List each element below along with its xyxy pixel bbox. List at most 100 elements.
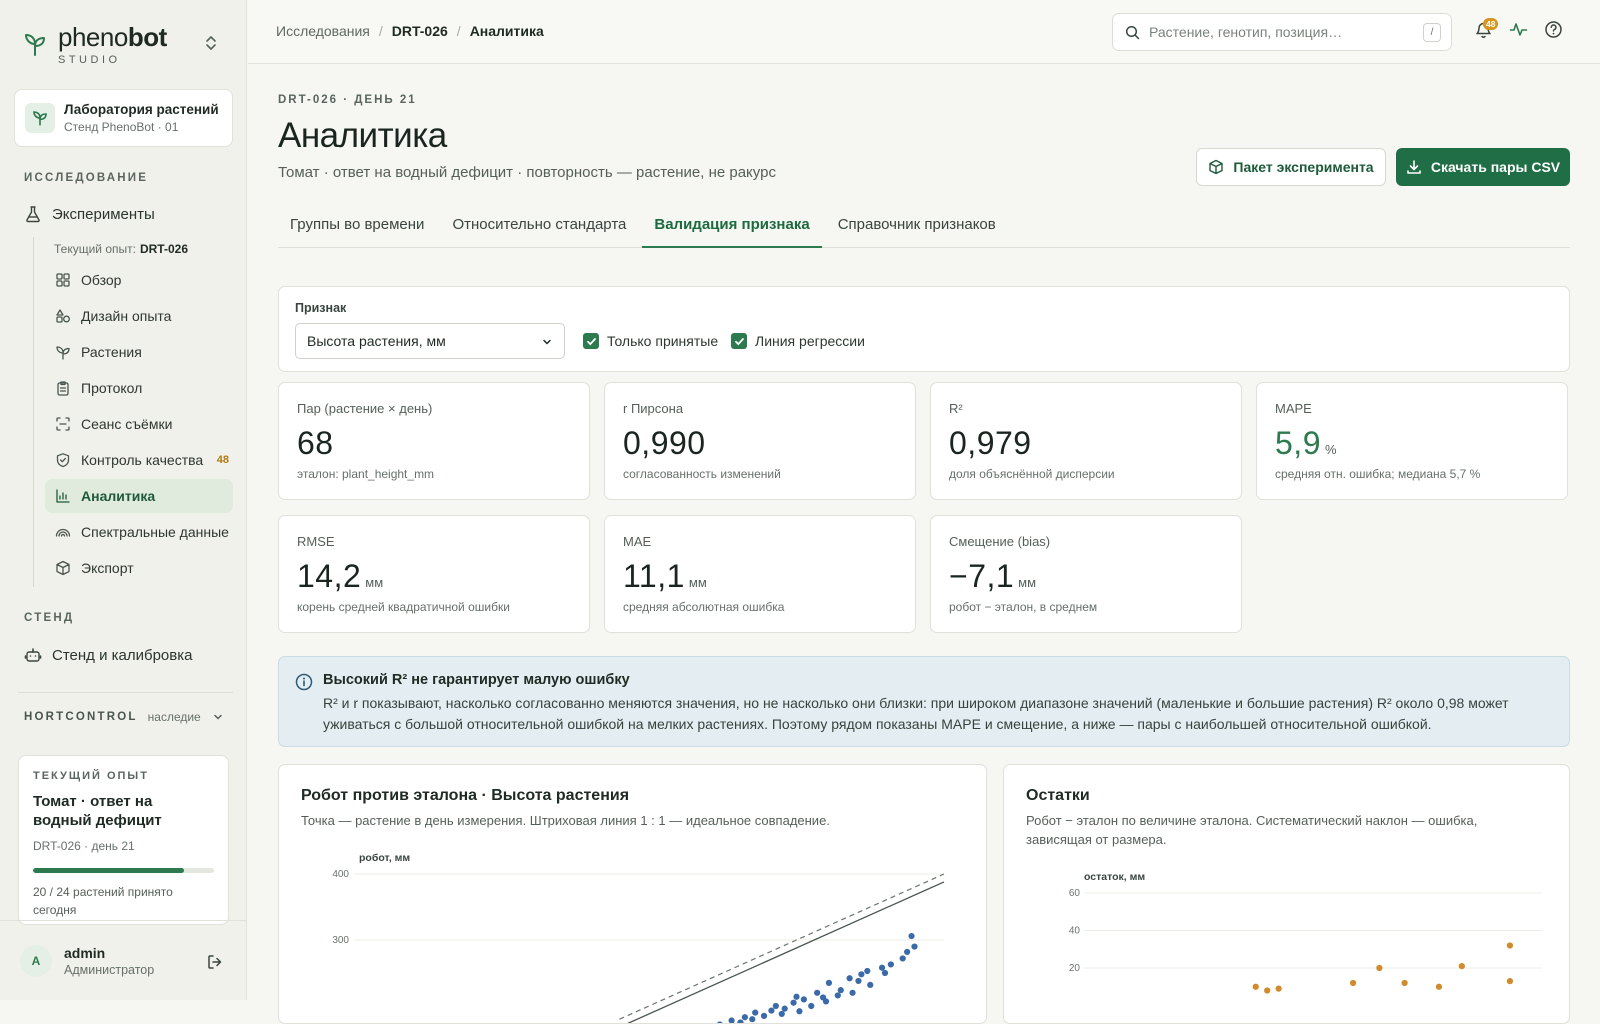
only-accepted-checkbox[interactable]: Только принятые bbox=[583, 333, 718, 349]
stat-label: MAPE bbox=[1275, 401, 1312, 416]
info-title: Высокий R² не гарантирует малую ошибку bbox=[323, 672, 630, 688]
nav-stand-calibration[interactable]: Стенд и калибровка bbox=[24, 646, 192, 664]
sidebar-item-shield[interactable]: Контроль качества 48 bbox=[45, 443, 233, 477]
user-panel: A admin Администратор bbox=[0, 920, 247, 1000]
sidebar-item-grid[interactable]: Обзор bbox=[45, 263, 233, 297]
data-point bbox=[1275, 985, 1282, 992]
sidebar-item-package[interactable]: Экспорт bbox=[45, 551, 233, 585]
scan-icon bbox=[56, 417, 70, 431]
residuals-card: Остатки Робот − эталон по величине этало… bbox=[1003, 764, 1570, 1024]
sidebar-item-shapes[interactable]: Дизайн опыта bbox=[45, 299, 233, 333]
data-point bbox=[1376, 964, 1383, 972]
stat-description: корень средней квадратичной ошибки bbox=[297, 600, 510, 614]
qc-badge: 48 bbox=[216, 454, 229, 466]
sidebar-item-label: Сеанс съёмки bbox=[81, 416, 173, 432]
info-callout: Высокий R² не гарантирует малую ошибку R… bbox=[278, 656, 1570, 747]
search-input[interactable]: Растение, генотип, позиция… / bbox=[1112, 13, 1452, 51]
sprout-icon bbox=[25, 103, 55, 133]
stat-description: средняя абсолютная ошибка bbox=[623, 600, 785, 614]
hortcontrol-toggle[interactable]: HORTCONTROL наследие bbox=[24, 710, 224, 724]
stat-value: −7,1 мм bbox=[949, 558, 1037, 594]
sidebar-item-scan[interactable]: Сеанс съёмки bbox=[45, 407, 233, 441]
help-button[interactable] bbox=[1544, 20, 1563, 39]
brand-logo[interactable]: phenobot STUDIO bbox=[24, 22, 167, 66]
activity-button[interactable] bbox=[1509, 20, 1528, 39]
sidebar-item-clipboard[interactable]: Протокол bbox=[45, 371, 233, 405]
stat-value: 68 bbox=[297, 425, 334, 461]
regression-line-label: Линия регрессии bbox=[755, 333, 865, 349]
data-point bbox=[793, 993, 800, 1000]
avatar[interactable]: A bbox=[20, 944, 52, 977]
stat-value: 14,2 мм bbox=[297, 558, 384, 594]
data-point bbox=[1506, 978, 1514, 985]
lab-selector[interactable]: Лаборатория растений Стенд PhenoBot · 01 bbox=[14, 89, 233, 147]
acceptance-progress-bar bbox=[33, 868, 214, 873]
section-stand-label: СТЕНД bbox=[24, 612, 75, 624]
data-point bbox=[864, 967, 871, 975]
regression-line bbox=[627, 881, 945, 1023]
nav-tree-line bbox=[33, 237, 34, 587]
breadcrumb-research[interactable]: Исследования bbox=[276, 23, 370, 39]
search-icon bbox=[1125, 25, 1140, 39]
stat-value: 5,9% bbox=[1275, 425, 1337, 461]
stat-card: MAE 11,1 мм средняя абсолютная ошибка bbox=[604, 515, 916, 633]
feature-select[interactable]: Высота растения, мм bbox=[295, 323, 565, 359]
stat-description: робот − эталон, в среднем bbox=[949, 600, 1098, 614]
data-point bbox=[834, 992, 841, 999]
data-point bbox=[1506, 942, 1514, 949]
stat-card: RMSE 14,2 мм корень средней квадратичной ош… bbox=[278, 515, 590, 633]
breadcrumb-experiment[interactable]: DRT-026 bbox=[392, 23, 448, 39]
axis-label-y: робот, мм bbox=[359, 852, 410, 864]
lab-subtitle: Стенд PhenoBot · 01 bbox=[64, 120, 179, 134]
tab-1[interactable]: Относительно стандарта bbox=[440, 208, 638, 248]
sidebar-item-bar-chart[interactable]: Аналитика bbox=[45, 479, 233, 513]
stat-description: эталон: plant_height_mm bbox=[297, 467, 435, 481]
tab-0[interactable]: Группы во времени bbox=[278, 208, 436, 248]
package-icon bbox=[56, 560, 70, 576]
data-point bbox=[855, 977, 862, 985]
data-point bbox=[808, 1002, 815, 1010]
data-point bbox=[1401, 979, 1408, 987]
sidebar-item-label: Контроль качества bbox=[81, 452, 204, 468]
breadcrumb-separator: / bbox=[378, 23, 383, 39]
regression-line-checkbox[interactable]: Линия регрессии bbox=[731, 333, 865, 349]
sidebar-item-rainbow[interactable]: Спектральные данные bbox=[45, 515, 233, 549]
clipboard-icon bbox=[57, 381, 69, 396]
brand-subtitle: STUDIO bbox=[58, 54, 121, 66]
sidebar-item-sprout[interactable]: Растения bbox=[45, 335, 233, 369]
stat-unit: мм bbox=[1018, 575, 1037, 590]
current-card-note: 20 / 24 растений принято сегодня bbox=[33, 885, 173, 917]
sidebar-item-label: Дизайн опыта bbox=[81, 308, 172, 324]
data-point bbox=[790, 999, 797, 1006]
package-icon bbox=[1209, 159, 1224, 175]
tick-label-y: 20 bbox=[1069, 963, 1081, 974]
checkbox-checked-icon bbox=[731, 333, 747, 349]
stat-unit: мм bbox=[365, 575, 384, 590]
stat-card: R² 0,979 доля объяснённой дисперсии bbox=[930, 382, 1242, 500]
stat-card: MAPE 5,9% средняя отн. ошибка; медиана 5,7… bbox=[1256, 382, 1568, 500]
help-icon bbox=[1545, 21, 1562, 38]
notifications-button[interactable]: 48 bbox=[1474, 18, 1499, 39]
search-shortcut: / bbox=[1423, 23, 1441, 42]
data-point bbox=[1435, 983, 1443, 990]
feature-filter-panel: Признак Высота растения, мм Только приня… bbox=[278, 286, 1570, 372]
grid-icon bbox=[56, 273, 70, 287]
tab-2[interactable]: Валидация признака bbox=[642, 208, 822, 248]
logout-icon[interactable] bbox=[206, 953, 224, 971]
page-kicker: DRT-026 · ДЕНЬ 21 bbox=[278, 94, 417, 106]
chevron-down-icon bbox=[543, 339, 551, 345]
experiment-package-button[interactable]: Пакет эксперимента bbox=[1196, 148, 1386, 186]
tab-3[interactable]: Справочник признаков bbox=[826, 208, 1008, 248]
search-placeholder: Растение, генотип, позиция… bbox=[1149, 24, 1343, 40]
nav-experiments[interactable]: Эксперименты bbox=[24, 205, 155, 223]
current-experiment: Текущий опыт: DRT-026 bbox=[54, 242, 188, 256]
current-experiment-card[interactable]: ТЕКУЩИЙ ОПЫТ Томат · ответ на водный деф… bbox=[18, 755, 229, 925]
sidebar-item-label: Обзор bbox=[81, 272, 122, 288]
axis-label-y: остаток, мм bbox=[1084, 871, 1145, 883]
residuals-chart: остаток, мм 20 40 60 bbox=[1069, 871, 1542, 994]
download-csv-button[interactable]: Скачать пары CSV bbox=[1396, 148, 1570, 186]
chevron-down-icon bbox=[214, 714, 222, 720]
workspace-switcher-icon[interactable] bbox=[204, 34, 218, 52]
sidebar-item-label: Протокол bbox=[81, 380, 143, 396]
data-point bbox=[737, 1019, 744, 1023]
